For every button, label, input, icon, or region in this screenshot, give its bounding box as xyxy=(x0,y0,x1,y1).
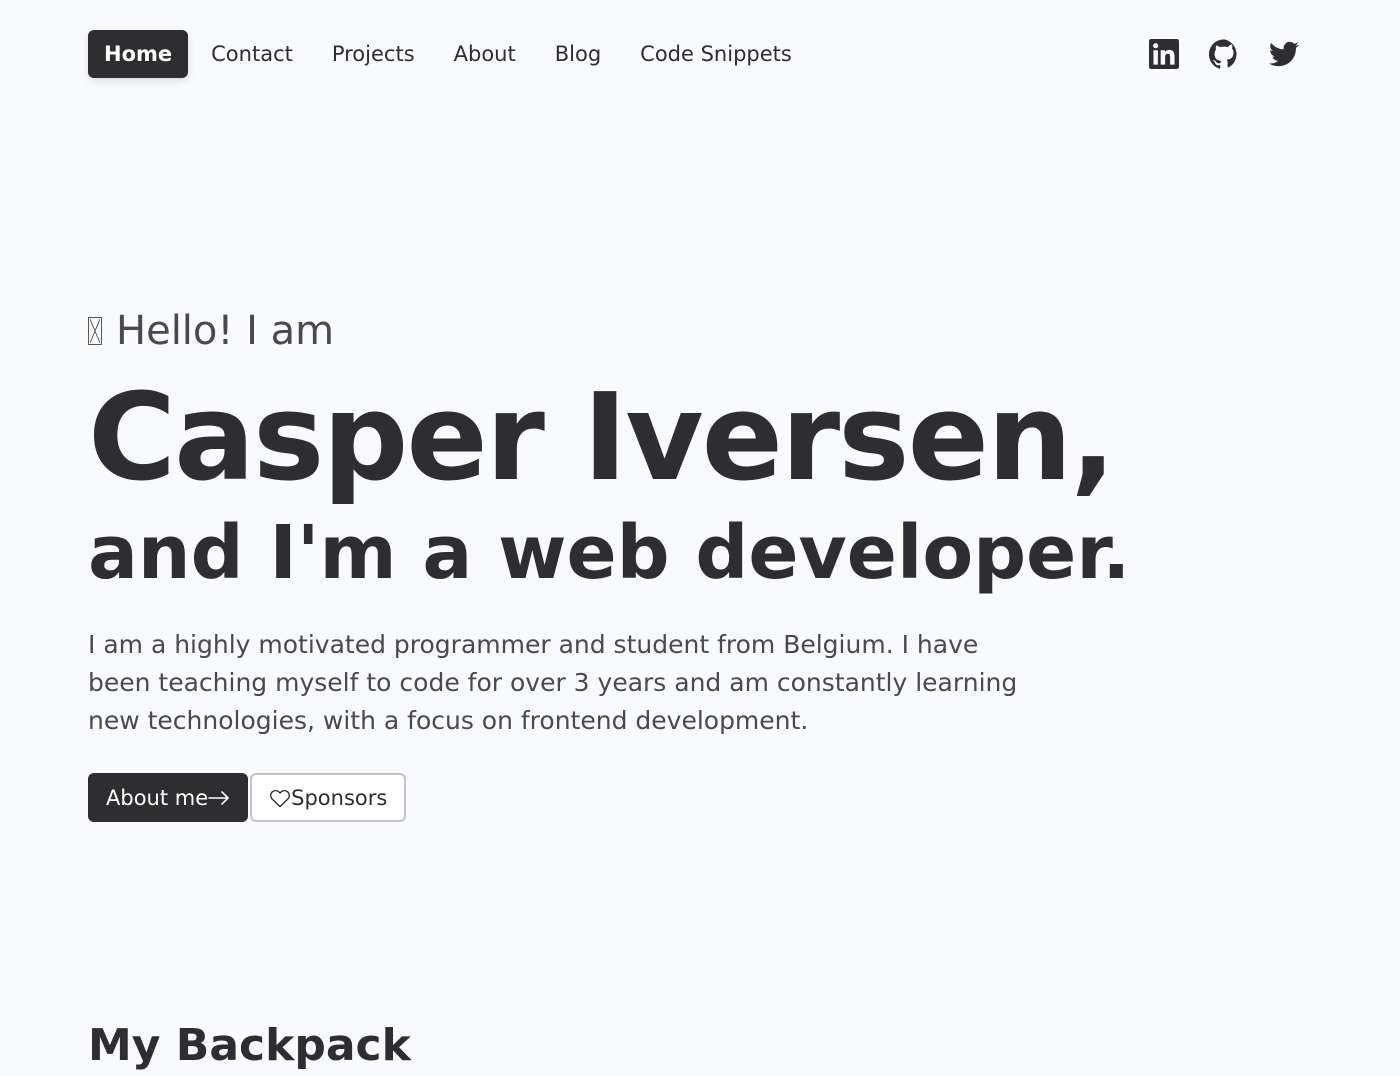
linkedin-icon[interactable] xyxy=(1148,38,1180,70)
nav-link-contact[interactable]: Contact xyxy=(195,30,309,78)
top-navigation: Home Contact Projects About Blog Code Sn… xyxy=(88,30,1300,78)
section-title-backpack: My Backpack xyxy=(88,1020,411,1071)
waving-hand-icon xyxy=(88,317,102,345)
hero-name: Casper Iversen, xyxy=(88,369,1116,508)
github-icon[interactable] xyxy=(1208,38,1240,70)
greeting-text: Hello! I am xyxy=(116,308,335,354)
about-me-label: About me xyxy=(106,785,209,810)
about-me-button[interactable]: About me xyxy=(88,773,249,822)
nav-link-code-snippets[interactable]: Code Snippets xyxy=(624,30,808,78)
nav-link-home[interactable]: Home xyxy=(88,30,189,78)
heart-icon xyxy=(270,789,291,807)
arrow-right-icon xyxy=(208,790,229,805)
nav-link-about[interactable]: About xyxy=(438,30,532,78)
hero-actions: About me Sponsors xyxy=(88,773,1238,822)
hero-description: I am a highly motivated programmer and s… xyxy=(88,630,1018,735)
greeting-line: Hello! I am xyxy=(88,306,1238,356)
sponsors-label: Sponsors xyxy=(291,785,388,810)
nav-links: Home Contact Projects About Blog Code Sn… xyxy=(88,30,808,78)
nav-link-projects[interactable]: Projects xyxy=(316,30,431,78)
sponsors-button[interactable]: Sponsors xyxy=(250,773,407,822)
twitter-icon[interactable] xyxy=(1268,38,1300,70)
nav-link-blog[interactable]: Blog xyxy=(539,30,617,78)
social-links xyxy=(1148,38,1300,70)
hero-section: Hello! I am Casper Iversen, and I'm a we… xyxy=(88,306,1238,822)
hero-subtitle: and I'm a web developer. xyxy=(88,510,1131,596)
